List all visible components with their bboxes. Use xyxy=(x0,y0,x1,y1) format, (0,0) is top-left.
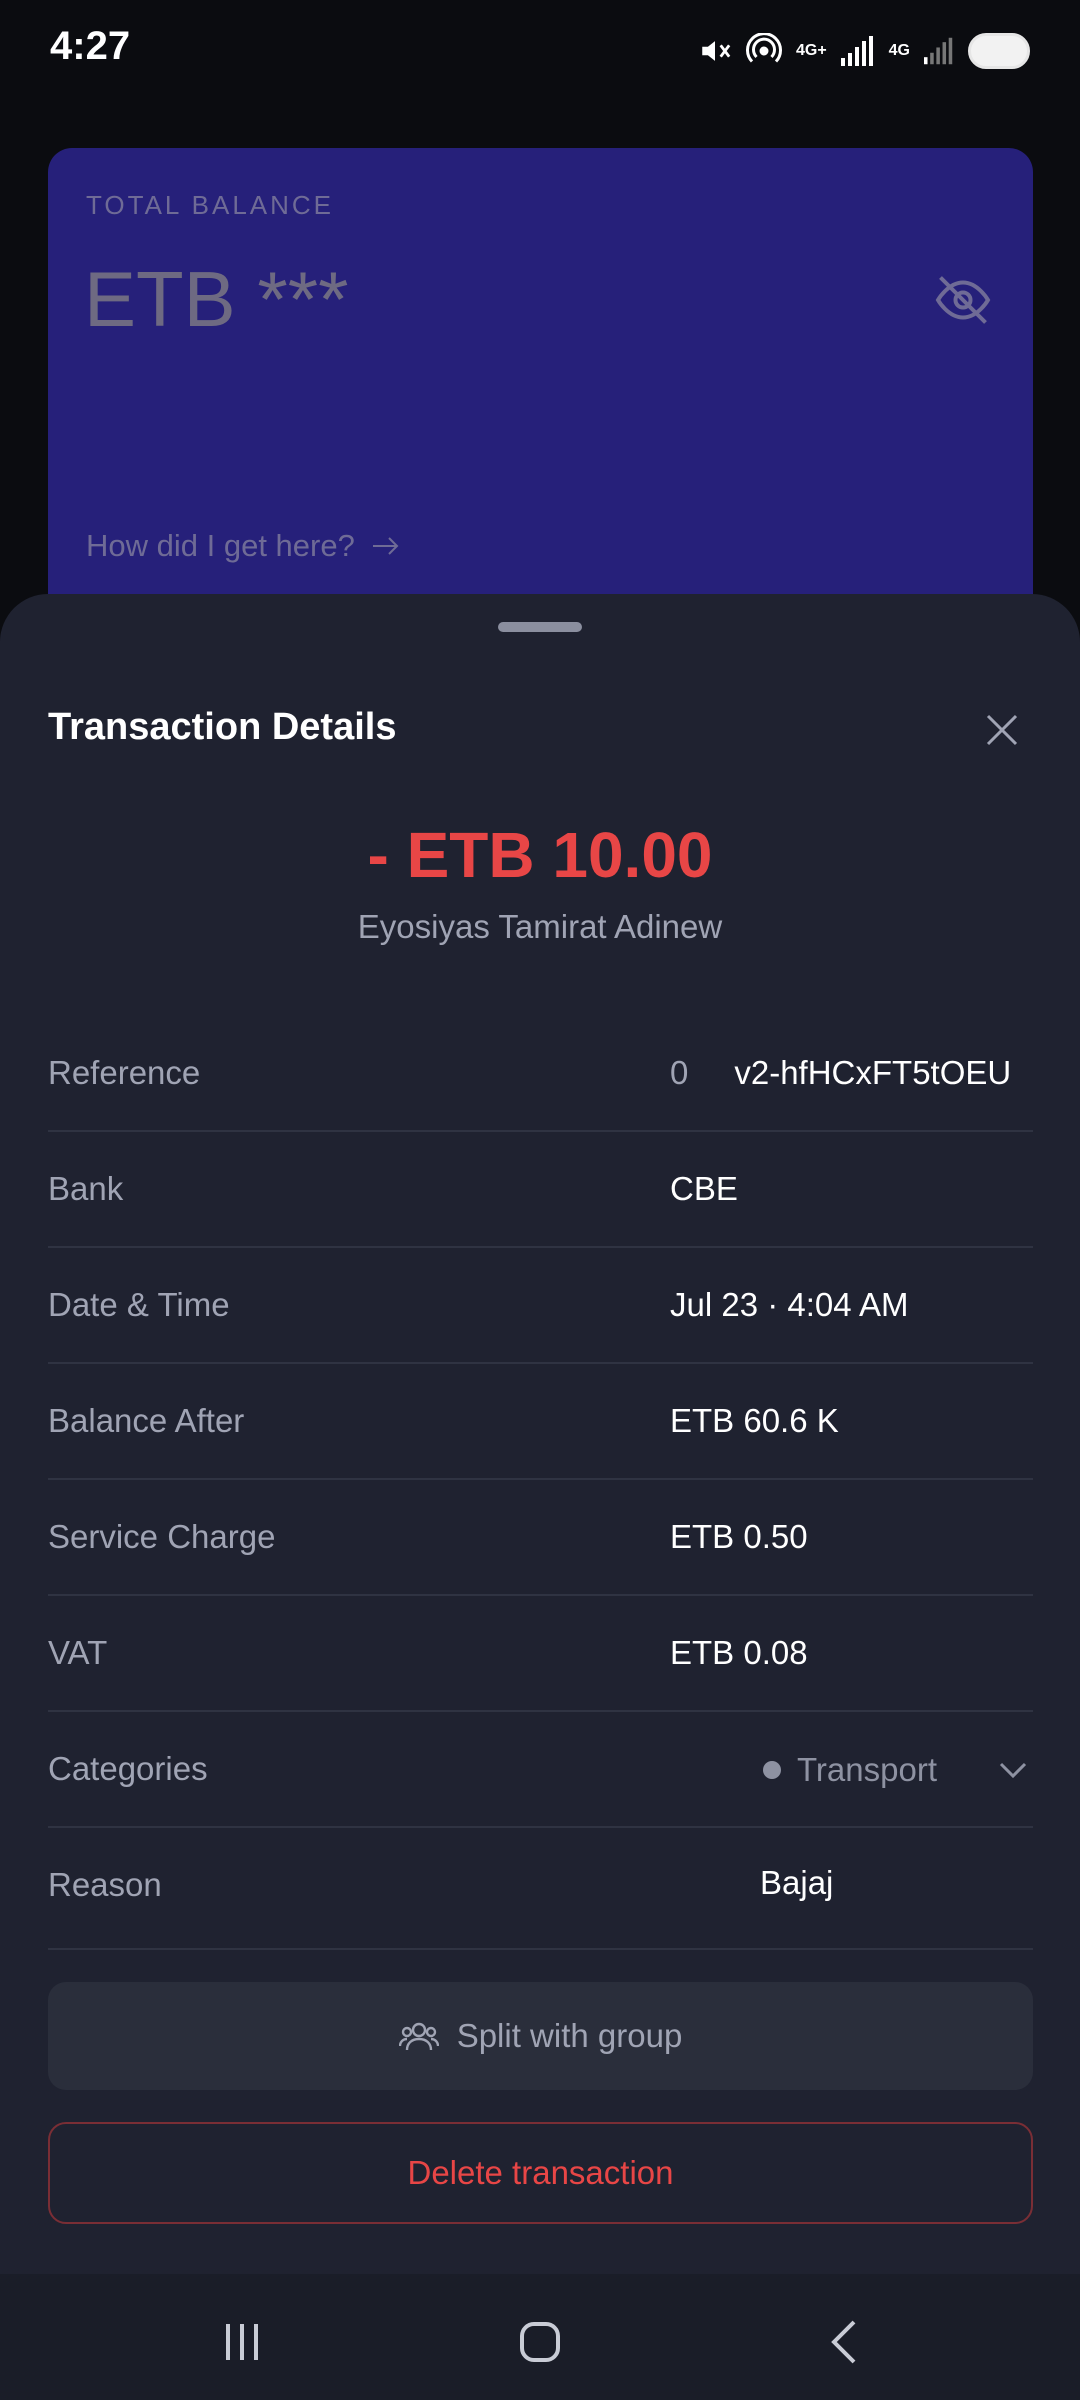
row-reason: Reason Bajaj xyxy=(48,1828,1033,1950)
hotspot-icon xyxy=(745,31,782,71)
status-time: 4:27 xyxy=(50,24,131,68)
reference-value[interactable]: 0 v2-hfHCxFT5tOEU xyxy=(670,1054,1033,1092)
signal-weak-icon xyxy=(924,31,954,71)
bank-label: Bank xyxy=(48,1170,124,1207)
date-time-label: Date & Time xyxy=(48,1286,230,1323)
sheet-title: Transaction Details xyxy=(48,706,397,748)
recents-icon[interactable] xyxy=(212,2312,272,2372)
reference-text: v2-hfHCxFT5tOEU xyxy=(734,1054,1012,1091)
split-with-group-button[interactable]: Split with group xyxy=(48,1982,1033,2090)
back-icon[interactable] xyxy=(816,2312,876,2372)
arrow-right-icon xyxy=(372,537,399,555)
category-value: Transport xyxy=(797,1751,937,1788)
counterparty-name: Eyosiyas Tamirat Adinew xyxy=(357,908,723,945)
balance-after-value: ETB 60.6 K xyxy=(670,1402,839,1439)
vat-label: VAT xyxy=(48,1634,108,1671)
sheet-drag-handle[interactable] xyxy=(498,622,582,632)
split-button-label: Split with group xyxy=(456,2017,683,2054)
balance-after-label: Balance After xyxy=(48,1402,245,1439)
network-label-2: 4G xyxy=(888,42,910,59)
total-balance-value: ETB *** xyxy=(84,255,349,343)
categories-label: Categories xyxy=(48,1750,208,1787)
row-reference: Reference 0 v2-hfHCxFT5tOEU xyxy=(48,1016,1033,1132)
row-service-charge: Service Charge ETB 0.50 xyxy=(48,1480,1033,1596)
how-did-i-get-here-link[interactable]: How did I get here? xyxy=(86,528,401,564)
date-time-value: Jul 23 · 4:04 AM xyxy=(670,1286,909,1323)
group-icon xyxy=(398,2022,439,2051)
close-icon[interactable] xyxy=(980,708,1024,752)
status-bar: 4:27 4G+ 4G xyxy=(0,0,1080,100)
details-list: Reference 0 v2-hfHCxFT5tOEU Bank CBE Date… xyxy=(48,1016,1033,1950)
delete-button-label: Delete transaction xyxy=(407,2154,674,2191)
signal-icon xyxy=(840,31,875,71)
status-icons: 4G+ 4G xyxy=(698,26,1030,76)
total-balance-label: TOTAL BALANCE xyxy=(86,190,335,220)
service-charge-label: Service Charge xyxy=(48,1518,276,1555)
mute-icon xyxy=(698,31,732,71)
service-charge-value: ETB 0.50 xyxy=(670,1518,808,1555)
vat-value: ETB 0.08 xyxy=(670,1634,808,1671)
row-balance-after: Balance After ETB 60.6 K xyxy=(48,1364,1033,1480)
bank-value: CBE xyxy=(670,1170,738,1207)
reason-input[interactable]: Bajaj xyxy=(760,1864,833,1902)
category-dot-icon xyxy=(763,1761,781,1779)
reference-prefix: 0 xyxy=(670,1054,689,1091)
home-icon[interactable] xyxy=(510,2312,570,2372)
category-dropdown[interactable]: Transport xyxy=(763,1750,1033,1790)
row-categories: Categories Transport xyxy=(48,1712,1033,1828)
system-nav-bar xyxy=(0,2274,1080,2400)
balance-card: TOTAL BALANCE ETB *** How did I get here… xyxy=(48,148,1033,618)
transaction-details-sheet: Transaction Details - ETB 10.00 Eyosiyas… xyxy=(0,594,1080,2274)
how-link-label: How did I get here? xyxy=(86,528,355,563)
battery-icon xyxy=(968,33,1030,69)
row-bank: Bank CBE xyxy=(48,1132,1033,1248)
chevron-down-icon xyxy=(999,1762,1027,1779)
transaction-amount: - ETB 10.00 xyxy=(367,819,713,891)
network-type-icon: 4G+ xyxy=(796,31,827,71)
reason-label: Reason xyxy=(48,1866,162,1903)
eye-off-icon[interactable] xyxy=(933,270,993,330)
reference-label: Reference xyxy=(48,1054,201,1091)
network-label-1: 4G+ xyxy=(795,42,827,59)
delete-transaction-button[interactable]: Delete transaction xyxy=(48,2122,1033,2224)
row-vat: VAT ETB 0.08 xyxy=(48,1596,1033,1712)
row-date-time: Date & Time Jul 23 · 4:04 AM xyxy=(48,1248,1033,1364)
network-type-icon-2: 4G xyxy=(889,31,910,71)
